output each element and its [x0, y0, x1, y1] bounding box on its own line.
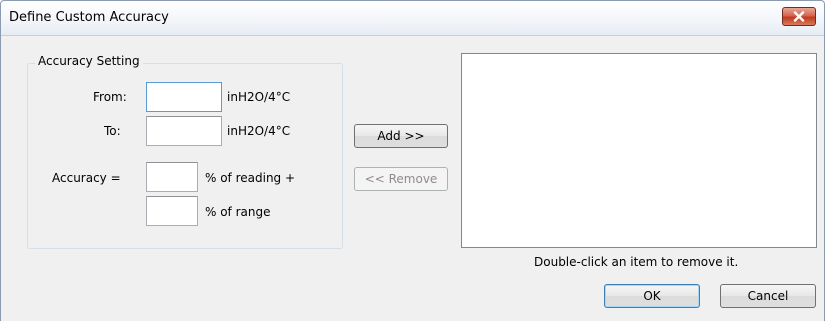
percent-of-range-label: % of range	[205, 205, 271, 219]
from-input[interactable]	[147, 83, 221, 111]
cancel-button[interactable]: Cancel	[720, 284, 816, 308]
close-button[interactable]	[782, 7, 816, 26]
percent-of-reading-input[interactable]	[147, 163, 197, 191]
to-field[interactable]	[146, 116, 222, 146]
remove-hint-text: Double-click an item to remove it.	[534, 255, 739, 269]
group-legend: Accuracy Setting	[35, 54, 143, 68]
percent-of-reading-field[interactable]	[146, 162, 198, 192]
to-unit-label: inH2O/4°C	[227, 124, 291, 138]
percent-of-range-input[interactable]	[147, 197, 197, 225]
remove-button[interactable]: << Remove	[354, 167, 448, 191]
dialog-title: Define Custom Accuracy	[9, 10, 169, 25]
percent-of-range-field[interactable]	[146, 196, 198, 226]
dialog-client-area: Accuracy Setting From: inH2O/4°C To: inH…	[1, 37, 824, 321]
add-button[interactable]: Add >>	[354, 124, 448, 148]
define-custom-accuracy-dialog: Define Custom Accuracy Accuracy Setting …	[0, 0, 825, 321]
accuracy-list[interactable]	[461, 53, 817, 248]
from-label: From:	[93, 90, 127, 104]
percent-of-reading-label: % of reading +	[205, 171, 296, 185]
from-field[interactable]	[146, 82, 222, 112]
to-input[interactable]	[147, 117, 221, 145]
to-label: To:	[104, 124, 121, 138]
close-icon	[793, 11, 805, 22]
ok-button[interactable]: OK	[604, 284, 700, 308]
accuracy-label: Accuracy =	[52, 171, 121, 185]
from-unit-label: inH2O/4°C	[227, 90, 291, 104]
title-bar[interactable]: Define Custom Accuracy	[1, 1, 824, 36]
